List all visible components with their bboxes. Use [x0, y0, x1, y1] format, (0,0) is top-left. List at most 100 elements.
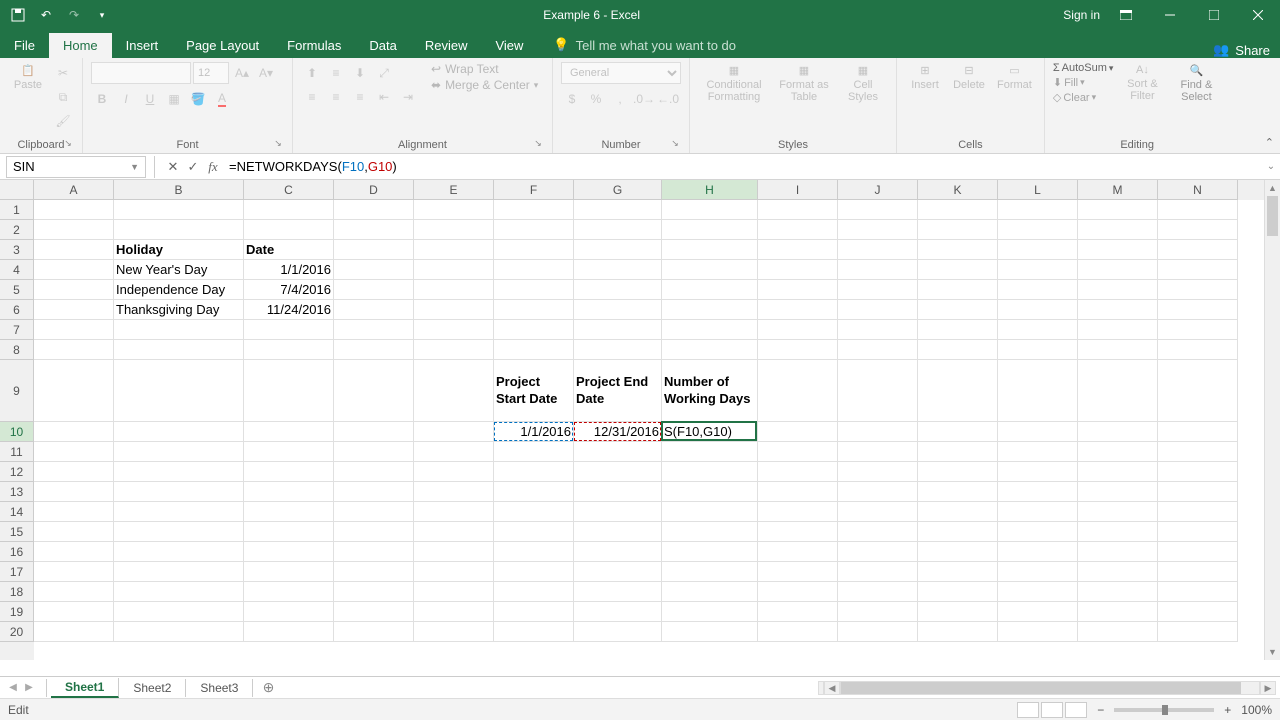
cell[interactable]: [574, 602, 662, 622]
cell[interactable]: [414, 622, 494, 642]
cell[interactable]: [1158, 622, 1238, 642]
cell[interactable]: [662, 260, 758, 280]
cell[interactable]: [1078, 422, 1158, 442]
cell[interactable]: [34, 502, 114, 522]
row-header[interactable]: 13: [0, 482, 34, 502]
cell[interactable]: [998, 300, 1078, 320]
cell[interactable]: [838, 200, 918, 220]
cell[interactable]: [494, 502, 574, 522]
cell[interactable]: [1158, 462, 1238, 482]
cell[interactable]: [662, 200, 758, 220]
cell[interactable]: Independence Day: [114, 280, 244, 300]
format-cells-button[interactable]: ▭Format: [993, 62, 1036, 93]
cell[interactable]: [574, 200, 662, 220]
cell[interactable]: [114, 522, 244, 542]
cell[interactable]: [414, 582, 494, 602]
cell[interactable]: Date: [244, 240, 334, 260]
cell[interactable]: [758, 360, 838, 422]
cell[interactable]: [334, 462, 414, 482]
cell[interactable]: [838, 562, 918, 582]
cell[interactable]: [1158, 300, 1238, 320]
cell[interactable]: [414, 482, 494, 502]
cell[interactable]: [662, 240, 758, 260]
cell[interactable]: [1078, 462, 1158, 482]
cell[interactable]: [758, 502, 838, 522]
cell[interactable]: 11/24/2016: [244, 300, 334, 320]
column-header[interactable]: N: [1158, 180, 1238, 200]
cell[interactable]: [998, 582, 1078, 602]
cell[interactable]: [114, 502, 244, 522]
vscroll-thumb[interactable]: [1267, 196, 1278, 236]
cell[interactable]: [494, 300, 574, 320]
column-header[interactable]: G: [574, 180, 662, 200]
cell[interactable]: [34, 320, 114, 340]
sheet-tab-1[interactable]: Sheet1: [51, 678, 119, 698]
cell[interactable]: [34, 260, 114, 280]
cell[interactable]: [334, 240, 414, 260]
cell[interactable]: [998, 562, 1078, 582]
cell[interactable]: [494, 522, 574, 542]
tab-page-layout[interactable]: Page Layout: [172, 33, 273, 58]
row-header[interactable]: 10: [0, 422, 34, 442]
cell[interactable]: [334, 482, 414, 502]
cell[interactable]: [244, 462, 334, 482]
cell[interactable]: [334, 622, 414, 642]
cell[interactable]: [494, 602, 574, 622]
align-center-icon[interactable]: ≡: [325, 86, 347, 108]
cell[interactable]: [758, 462, 838, 482]
cell[interactable]: [1158, 240, 1238, 260]
cell[interactable]: [244, 542, 334, 562]
row-header[interactable]: 15: [0, 522, 34, 542]
cell[interactable]: [662, 220, 758, 240]
formula-input[interactable]: =NETWORKDAYS(F10,G10): [223, 159, 1262, 174]
cell[interactable]: [1078, 220, 1158, 240]
cell[interactable]: [414, 602, 494, 622]
cell[interactable]: [918, 240, 998, 260]
cell[interactable]: [34, 522, 114, 542]
cell[interactable]: [662, 542, 758, 562]
tell-me-search[interactable]: 💡 Tell me what you want to do: [545, 32, 744, 58]
cell[interactable]: [838, 582, 918, 602]
cell[interactable]: [1158, 562, 1238, 582]
cell[interactable]: [334, 360, 414, 422]
cell[interactable]: [414, 462, 494, 482]
cell[interactable]: [114, 360, 244, 422]
column-header[interactable]: D: [334, 180, 414, 200]
cell[interactable]: [414, 220, 494, 240]
cell[interactable]: [1158, 200, 1238, 220]
cell[interactable]: [918, 462, 998, 482]
cell[interactable]: [34, 482, 114, 502]
cell[interactable]: [1158, 442, 1238, 462]
cell[interactable]: [494, 542, 574, 562]
clipboard-launcher[interactable]: ↘: [62, 138, 74, 150]
cell[interactable]: [574, 562, 662, 582]
cell[interactable]: [998, 220, 1078, 240]
cell[interactable]: [244, 562, 334, 582]
cell[interactable]: [244, 502, 334, 522]
cell[interactable]: [758, 482, 838, 502]
paste-button[interactable]: 📋 Paste: [8, 62, 48, 93]
scroll-up-icon[interactable]: ▲: [1265, 180, 1280, 196]
tab-view[interactable]: View: [481, 33, 537, 58]
tab-data[interactable]: Data: [355, 33, 410, 58]
increase-decimal-icon[interactable]: .0→: [633, 88, 655, 110]
cell[interactable]: [34, 582, 114, 602]
cell[interactable]: [574, 260, 662, 280]
cell[interactable]: [244, 200, 334, 220]
cell[interactable]: [334, 422, 414, 442]
cell[interactable]: [34, 220, 114, 240]
increase-font-icon[interactable]: A▴: [231, 62, 253, 84]
cell[interactable]: [414, 422, 494, 442]
cell[interactable]: [662, 602, 758, 622]
cell[interactable]: [244, 482, 334, 502]
cell[interactable]: [1158, 280, 1238, 300]
cell[interactable]: [998, 462, 1078, 482]
cell[interactable]: [998, 602, 1078, 622]
cell[interactable]: [758, 602, 838, 622]
cell[interactable]: [334, 542, 414, 562]
cell[interactable]: [574, 622, 662, 642]
collapse-ribbon-icon[interactable]: ⌃: [1265, 136, 1274, 149]
cell[interactable]: [494, 442, 574, 462]
cell[interactable]: [34, 562, 114, 582]
cell[interactable]: [1078, 442, 1158, 462]
